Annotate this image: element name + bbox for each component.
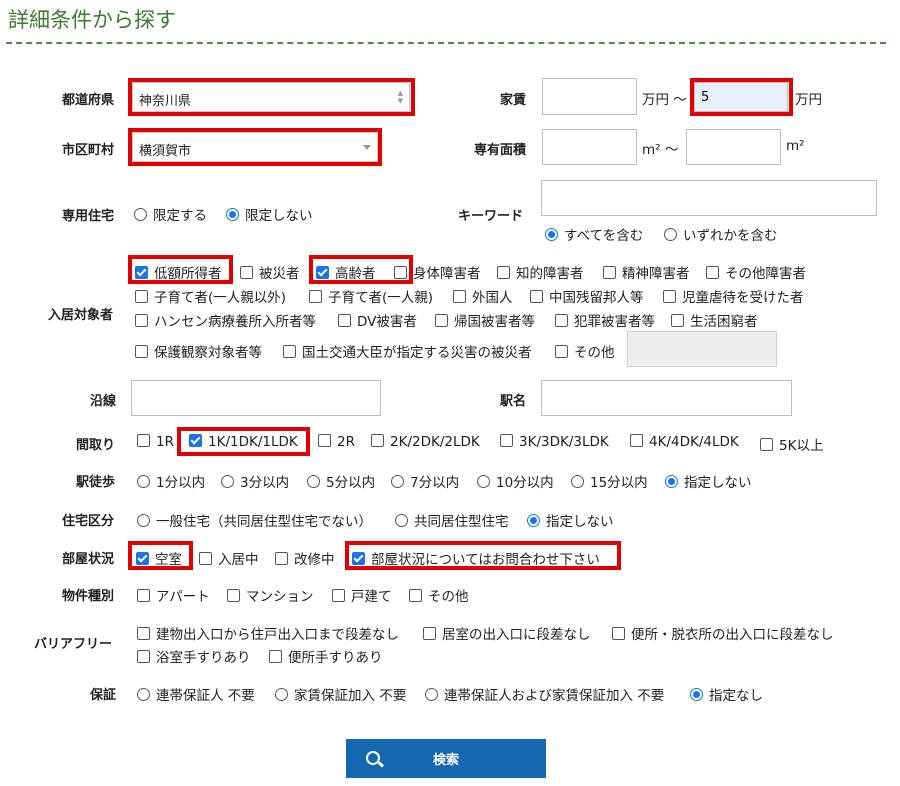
radio-rent-guarantee-not-needed[interactable]: 家賃保証加入 不要 xyxy=(275,684,406,704)
checkbox-status-renovating[interactable]: 改修中 xyxy=(275,548,335,568)
checkbox-low-income[interactable]: 低額所得者 xyxy=(135,262,222,282)
label-city: 市区町村 xyxy=(62,143,115,158)
checkbox-physical-disability[interactable]: 身体障害者 xyxy=(394,262,481,282)
rent-min-input[interactable] xyxy=(542,78,637,115)
checkbox-room-no-step[interactable]: 居室の出入口に段差なし xyxy=(423,623,591,643)
radio-keyword-any[interactable]: いずれかを含む xyxy=(664,224,778,244)
label-barrier-free: バリアフリー xyxy=(34,637,113,652)
station-input[interactable] xyxy=(541,380,792,416)
checkbox-layout-1k[interactable]: 1K/1DK/1LDK xyxy=(189,434,298,450)
radio-guarantee-none[interactable]: 指定なし xyxy=(690,684,763,704)
prefecture-value: 神奈川県 xyxy=(139,94,192,109)
checkbox-layout-4k[interactable]: 4K/4DK/4LDK xyxy=(630,434,739,450)
checkbox-bath-handrail[interactable]: 浴室手すりあり xyxy=(137,646,251,666)
checkbox-designated-disaster[interactable]: 国土交通大臣が指定する災害の被災者 xyxy=(283,341,532,361)
radio-guarantor-not-needed[interactable]: 連帯保証人 不要 xyxy=(137,684,255,704)
checkbox-crime-victim[interactable]: 犯罪被害者等 xyxy=(555,310,655,330)
label-dedicated: 専用住宅 xyxy=(62,209,115,224)
checkbox-intellectual-disability[interactable]: 知的障害者 xyxy=(497,262,584,282)
label-target: 入居対象者 xyxy=(48,308,114,323)
rent-unit-range: 万円 ～ xyxy=(642,92,687,108)
search-icon xyxy=(366,751,380,765)
title-divider xyxy=(6,42,886,44)
radio-walk-10[interactable]: 10分以内 xyxy=(477,471,554,491)
checkbox-property-other[interactable]: その他 xyxy=(409,585,469,605)
checkbox-layout-5k[interactable]: 5K以上 xyxy=(760,434,823,454)
checkbox-probation[interactable]: 保護観察対象者等 xyxy=(135,341,262,361)
checkbox-apartment[interactable]: アパート xyxy=(137,585,210,605)
checkbox-child-abuse[interactable]: 児童虐待を受けた者 xyxy=(663,286,804,306)
label-keyword: キーワード xyxy=(458,209,524,224)
target-other-input xyxy=(627,331,777,367)
radio-walk-none[interactable]: 指定しない xyxy=(665,471,752,491)
rent-unit: 万円 xyxy=(795,92,822,108)
checkbox-single-parent[interactable]: 子育て者(一人親) xyxy=(309,286,433,306)
radio-housing-shared[interactable]: 共同居住型住宅 xyxy=(395,510,509,530)
area-max-input[interactable] xyxy=(686,129,781,165)
checkbox-disaster-victim[interactable]: 被災者 xyxy=(240,262,300,282)
radio-walk-5[interactable]: 5分以内 xyxy=(307,471,375,491)
checkbox-entrance-no-step[interactable]: 建物出入口から住戸出入口まで段差なし xyxy=(137,623,399,643)
checkbox-toilet-handrail[interactable]: 便所手すりあり xyxy=(269,646,383,666)
checkbox-mansion[interactable]: マンション xyxy=(227,585,314,605)
checkbox-layout-1r[interactable]: 1R xyxy=(137,434,174,450)
checkbox-status-inquire[interactable]: 部屋状況についてはお問合わせ下さい xyxy=(352,548,600,568)
checkbox-mental-disability[interactable]: 精神障害者 xyxy=(603,262,690,282)
checkbox-returnee[interactable]: 帰国被害者等 xyxy=(435,310,535,330)
radio-walk-1[interactable]: 1分以内 xyxy=(137,471,205,491)
checkbox-other-disability[interactable]: その他障害者 xyxy=(706,262,806,282)
label-walk: 駅徒歩 xyxy=(76,475,116,490)
radio-housing-none[interactable]: 指定しない xyxy=(527,510,614,530)
prefecture-select[interactable]: 神奈川県 ▲ ▼ xyxy=(132,82,410,112)
radio-both-not-needed[interactable]: 連帯保証人および家賃保証加入 不要 xyxy=(425,684,664,704)
checkbox-hardship[interactable]: 生活困窮者 xyxy=(671,310,758,330)
checkbox-layout-3k[interactable]: 3K/3DK/3LDK xyxy=(500,434,609,450)
checkbox-toilet-no-step[interactable]: 便所・脱衣所の出入口に段差なし xyxy=(612,623,834,643)
label-housing-type: 住宅区分 xyxy=(62,514,115,529)
label-room-status: 部屋状況 xyxy=(62,552,115,567)
radio-walk-3[interactable]: 3分以内 xyxy=(221,471,289,491)
checkbox-hansen[interactable]: ハンセン病療養所入所者等 xyxy=(135,310,316,330)
city-value: 横須賀市 xyxy=(139,144,192,159)
radio-dedicated-yes[interactable]: 限定する xyxy=(134,204,207,224)
label-line: 沿線 xyxy=(90,394,117,409)
label-rent: 家賃 xyxy=(500,93,527,108)
checkbox-dv-victim[interactable]: DV被害者 xyxy=(338,310,417,330)
area-unit: m² xyxy=(786,138,805,154)
city-select[interactable]: 横須賀市 xyxy=(132,132,378,162)
select-arrows-icon: ▲ ▼ xyxy=(397,89,403,105)
radio-walk-7[interactable]: 7分以内 xyxy=(391,471,459,491)
label-prefecture: 都道府県 xyxy=(62,93,115,108)
radio-housing-general[interactable]: 一般住宅（共同居住型住宅でない） xyxy=(137,510,372,530)
checkbox-layout-2k[interactable]: 2K/2DK/2LDK xyxy=(371,434,480,450)
checkbox-status-vacant[interactable]: 空室 xyxy=(136,548,182,568)
search-button-label: 検索 xyxy=(432,753,459,768)
checkbox-status-occupied[interactable]: 入居中 xyxy=(199,548,259,568)
search-button[interactable]: 検索 xyxy=(346,739,546,778)
area-unit-range: m² ～ xyxy=(642,142,679,158)
rent-max-input[interactable] xyxy=(694,82,788,112)
radio-keyword-all[interactable]: すべてを含む xyxy=(545,224,643,244)
radio-walk-15[interactable]: 15分以内 xyxy=(571,471,648,491)
radio-dedicated-no[interactable]: 限定しない xyxy=(226,204,313,224)
checkbox-parent-not-single[interactable]: 子育て者(一人親以外) xyxy=(135,286,286,306)
page-title: 詳細条件から探す xyxy=(8,8,176,32)
chevron-down-icon xyxy=(363,145,371,150)
checkbox-china-remaining[interactable]: 中国残留邦人等 xyxy=(530,286,644,306)
area-min-input[interactable] xyxy=(542,129,637,165)
label-property-type: 物件種別 xyxy=(62,589,115,604)
line-input[interactable] xyxy=(131,380,381,416)
checkbox-layout-2r[interactable]: 2R xyxy=(318,434,355,450)
keyword-input[interactable] xyxy=(541,180,877,216)
label-layout: 間取り xyxy=(76,438,116,453)
label-guarantee: 保証 xyxy=(90,688,117,703)
label-station: 駅名 xyxy=(500,394,527,409)
checkbox-elderly[interactable]: 高齢者 xyxy=(316,262,376,282)
checkbox-target-other[interactable]: その他 xyxy=(555,341,615,361)
checkbox-foreigner[interactable]: 外国人 xyxy=(453,286,513,306)
checkbox-detached[interactable]: 戸建て xyxy=(332,585,392,605)
label-area: 専有面積 xyxy=(474,143,527,158)
